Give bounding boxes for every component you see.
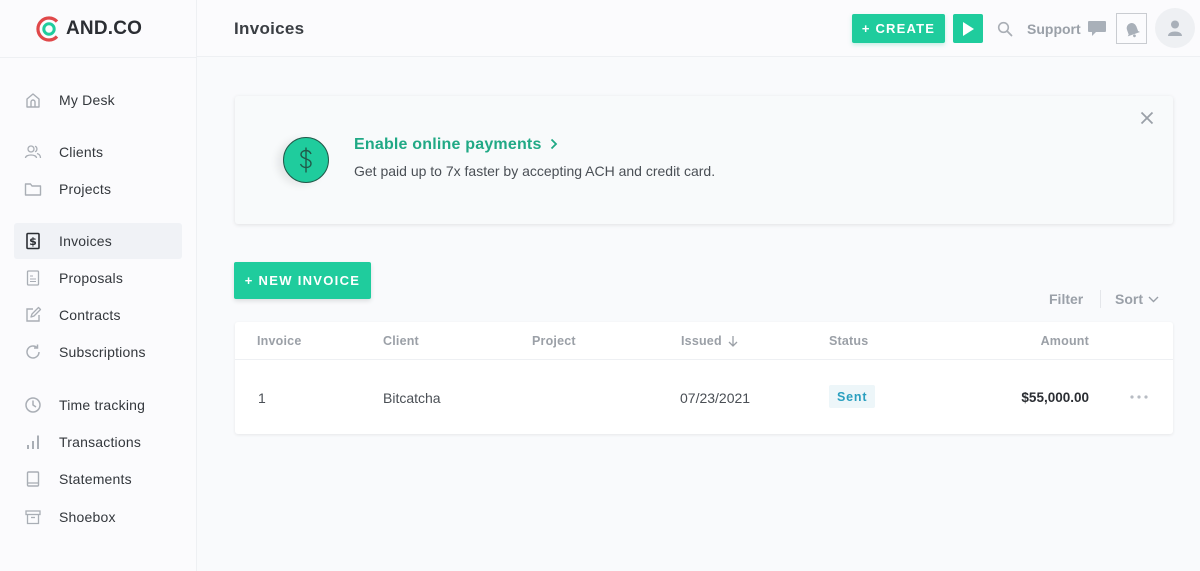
online-payments-banner: Enable online payments Get paid up to 7x… bbox=[235, 96, 1173, 224]
column-header-amount[interactable]: Amount bbox=[1041, 334, 1089, 348]
top-bar: Invoices + CREATE Support bbox=[197, 0, 1200, 57]
play-icon bbox=[963, 21, 974, 36]
sidebar: AND.CO My Desk Clients Projects $ Invoic bbox=[0, 0, 197, 571]
close-icon bbox=[1140, 111, 1154, 125]
page-title: Invoices bbox=[234, 19, 305, 38]
folder-icon bbox=[23, 179, 43, 199]
column-header-client[interactable]: Client bbox=[383, 334, 419, 348]
chat-bubble-icon bbox=[1087, 21, 1106, 36]
bar-chart-icon bbox=[23, 432, 43, 452]
divider bbox=[0, 57, 197, 58]
divider bbox=[1100, 290, 1101, 308]
close-banner-button[interactable] bbox=[1137, 108, 1157, 128]
support-label: Support bbox=[1027, 21, 1081, 37]
dollar-coin-icon bbox=[283, 137, 329, 183]
sidebar-item-time-tracking[interactable]: Time tracking bbox=[14, 387, 182, 423]
create-button[interactable]: + CREATE bbox=[852, 14, 945, 43]
arrow-down-icon bbox=[728, 336, 738, 347]
sidebar-item-invoices[interactable]: $ Invoices bbox=[14, 223, 182, 259]
archive-box-icon bbox=[23, 507, 43, 527]
column-header-project[interactable]: Project bbox=[532, 334, 576, 348]
users-icon bbox=[23, 142, 43, 162]
refresh-icon bbox=[23, 342, 43, 362]
sidebar-item-projects[interactable]: Projects bbox=[14, 171, 182, 207]
sidebar-item-label: Invoices bbox=[59, 233, 112, 249]
sidebar-item-label: Proposals bbox=[59, 270, 124, 286]
sidebar-item-statements[interactable]: Statements bbox=[14, 461, 182, 497]
new-invoice-button[interactable]: + NEW INVOICE bbox=[234, 262, 371, 299]
sort-label: Sort bbox=[1115, 291, 1143, 307]
sidebar-item-label: Statements bbox=[59, 471, 132, 487]
brand-logo[interactable]: AND.CO bbox=[36, 15, 142, 43]
column-header-issued[interactable]: Issued bbox=[681, 334, 738, 348]
sidebar-item-label: Contracts bbox=[59, 307, 121, 323]
invoices-table: Invoice Client Project Issued Status Amo… bbox=[235, 322, 1173, 434]
sidebar-item-shoebox[interactable]: Shoebox bbox=[14, 499, 182, 535]
document-icon bbox=[23, 268, 43, 288]
filter-button[interactable]: Filter bbox=[1049, 291, 1083, 307]
sidebar-item-label: Subscriptions bbox=[59, 344, 146, 360]
logo-mark-icon bbox=[36, 16, 59, 42]
sidebar-item-transactions[interactable]: Transactions bbox=[14, 424, 182, 460]
column-header-label: Issued bbox=[681, 334, 722, 348]
search-icon bbox=[997, 21, 1013, 37]
sidebar-item-subscriptions[interactable]: Subscriptions bbox=[14, 334, 182, 370]
sidebar-item-label: Time tracking bbox=[59, 397, 146, 413]
sidebar-item-label: Projects bbox=[59, 181, 112, 197]
sidebar-item-contracts[interactable]: Contracts bbox=[14, 297, 182, 333]
sidebar-item-my-desk[interactable]: My Desk bbox=[14, 82, 182, 118]
cell-amount: $55,000.00 bbox=[1021, 390, 1089, 405]
column-header-status[interactable]: Status bbox=[829, 334, 868, 348]
sidebar-item-label: Shoebox bbox=[59, 509, 116, 525]
more-horizontal-icon bbox=[1130, 395, 1148, 399]
clock-icon bbox=[23, 395, 43, 415]
sidebar-item-proposals[interactable]: Proposals bbox=[14, 260, 182, 296]
support-button[interactable]: Support bbox=[1027, 18, 1107, 40]
status-badge: Sent bbox=[829, 385, 876, 408]
row-actions-button[interactable] bbox=[1129, 390, 1149, 404]
enable-payments-link[interactable]: Enable online payments bbox=[354, 136, 558, 154]
search-button[interactable] bbox=[995, 19, 1015, 39]
table-row[interactable]: 1 Bitcatcha 07/23/2021 Sent $55,000.00 bbox=[235, 360, 1173, 434]
sort-dropdown[interactable]: Sort bbox=[1115, 291, 1159, 307]
column-header-invoice[interactable]: Invoice bbox=[257, 334, 301, 348]
brand-name: AND.CO bbox=[66, 18, 143, 39]
home-icon bbox=[23, 90, 43, 110]
cell-client: Bitcatcha bbox=[383, 390, 441, 406]
invoice-dollar-icon: $ bbox=[23, 231, 43, 251]
bell-icon bbox=[1126, 22, 1140, 37]
sidebar-item-clients[interactable]: Clients bbox=[14, 134, 182, 170]
sidebar-item-label: Transactions bbox=[59, 434, 142, 450]
svg-text:$: $ bbox=[29, 235, 37, 248]
banner-subtitle: Get paid up to 7x faster by accepting AC… bbox=[354, 163, 716, 179]
avatar[interactable] bbox=[1155, 8, 1195, 48]
edit-icon bbox=[23, 305, 43, 325]
sidebar-item-label: Clients bbox=[59, 144, 104, 160]
chevron-down-icon bbox=[1148, 296, 1159, 302]
chevron-right-icon bbox=[550, 137, 558, 154]
play-button[interactable] bbox=[953, 14, 983, 43]
sidebar-item-label: My Desk bbox=[59, 92, 115, 108]
cell-issued: 07/23/2021 bbox=[680, 390, 751, 406]
user-icon bbox=[1168, 20, 1182, 36]
banner-title-text: Enable online payments bbox=[354, 136, 542, 153]
book-icon bbox=[23, 469, 43, 489]
cell-invoice-number: 1 bbox=[258, 390, 266, 406]
notifications-button[interactable] bbox=[1116, 13, 1147, 44]
